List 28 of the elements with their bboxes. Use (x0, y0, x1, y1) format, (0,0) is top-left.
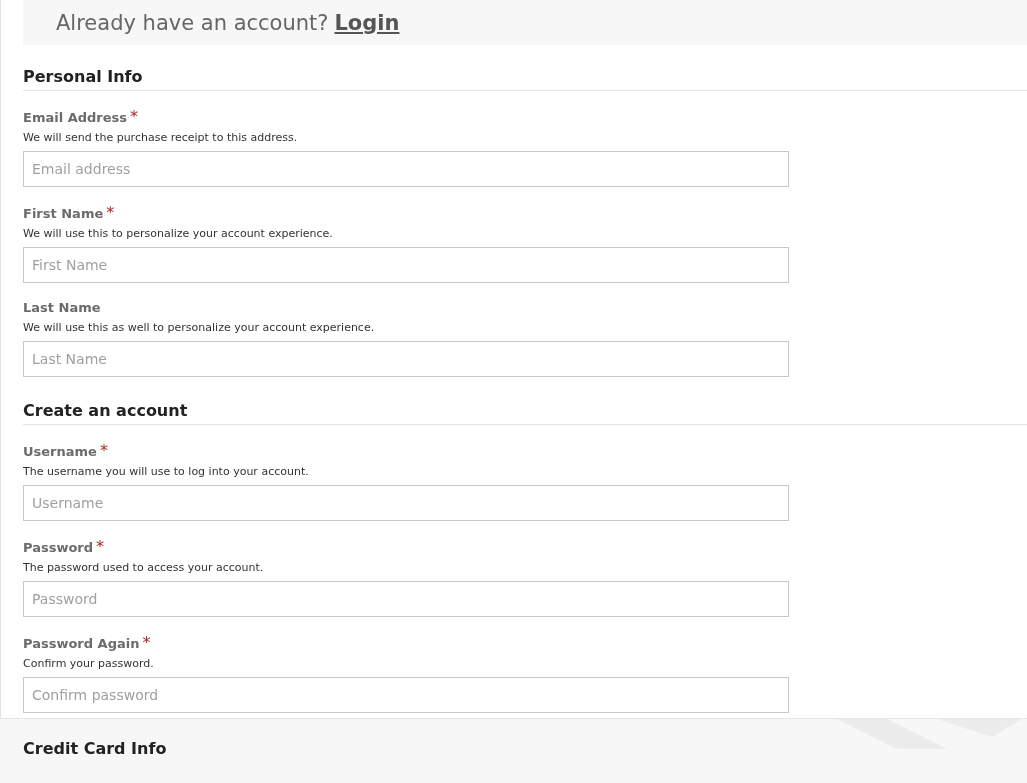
input-field[interactable]: Email address (23, 151, 789, 187)
help-text: Confirm your password. (23, 657, 155, 671)
help-text: We will send the purchase receipt to this address. (23, 131, 299, 145)
required-mark: * (96, 537, 105, 556)
field-label: Username (23, 443, 97, 460)
help-text: The username you will use to log into your account. (23, 465, 310, 479)
section-heading: Credit Card Info (23, 739, 168, 760)
field-label: Email Address (23, 109, 127, 126)
login-link[interactable]: Login (334, 10, 400, 35)
input-field[interactable]: Password (23, 581, 789, 617)
field-label: Password (23, 539, 94, 556)
input-field[interactable]: First Name (23, 247, 789, 283)
section-heading: Personal Info (23, 67, 143, 87)
field-label: Password Again (23, 635, 140, 652)
required-mark: * (99, 441, 108, 460)
section-heading: Create an account (23, 401, 188, 421)
help-text: We will use this as well to personalize your account experience. (23, 321, 376, 335)
input-field[interactable]: Last Name (23, 341, 789, 377)
input-field[interactable]: Username (23, 485, 789, 521)
field-label: First Name (23, 205, 104, 222)
required-mark: * (142, 633, 151, 652)
required-mark: * (106, 203, 115, 222)
help-text: The password used to access your account. (23, 561, 265, 575)
input-field[interactable]: Confirm password (23, 677, 789, 713)
required-mark: * (130, 107, 138, 126)
field-label: Last Name (23, 299, 102, 316)
help-text: We will use this to personalize your account experience. (23, 227, 334, 241)
login-prompt: Already have an account? (56, 10, 329, 35)
